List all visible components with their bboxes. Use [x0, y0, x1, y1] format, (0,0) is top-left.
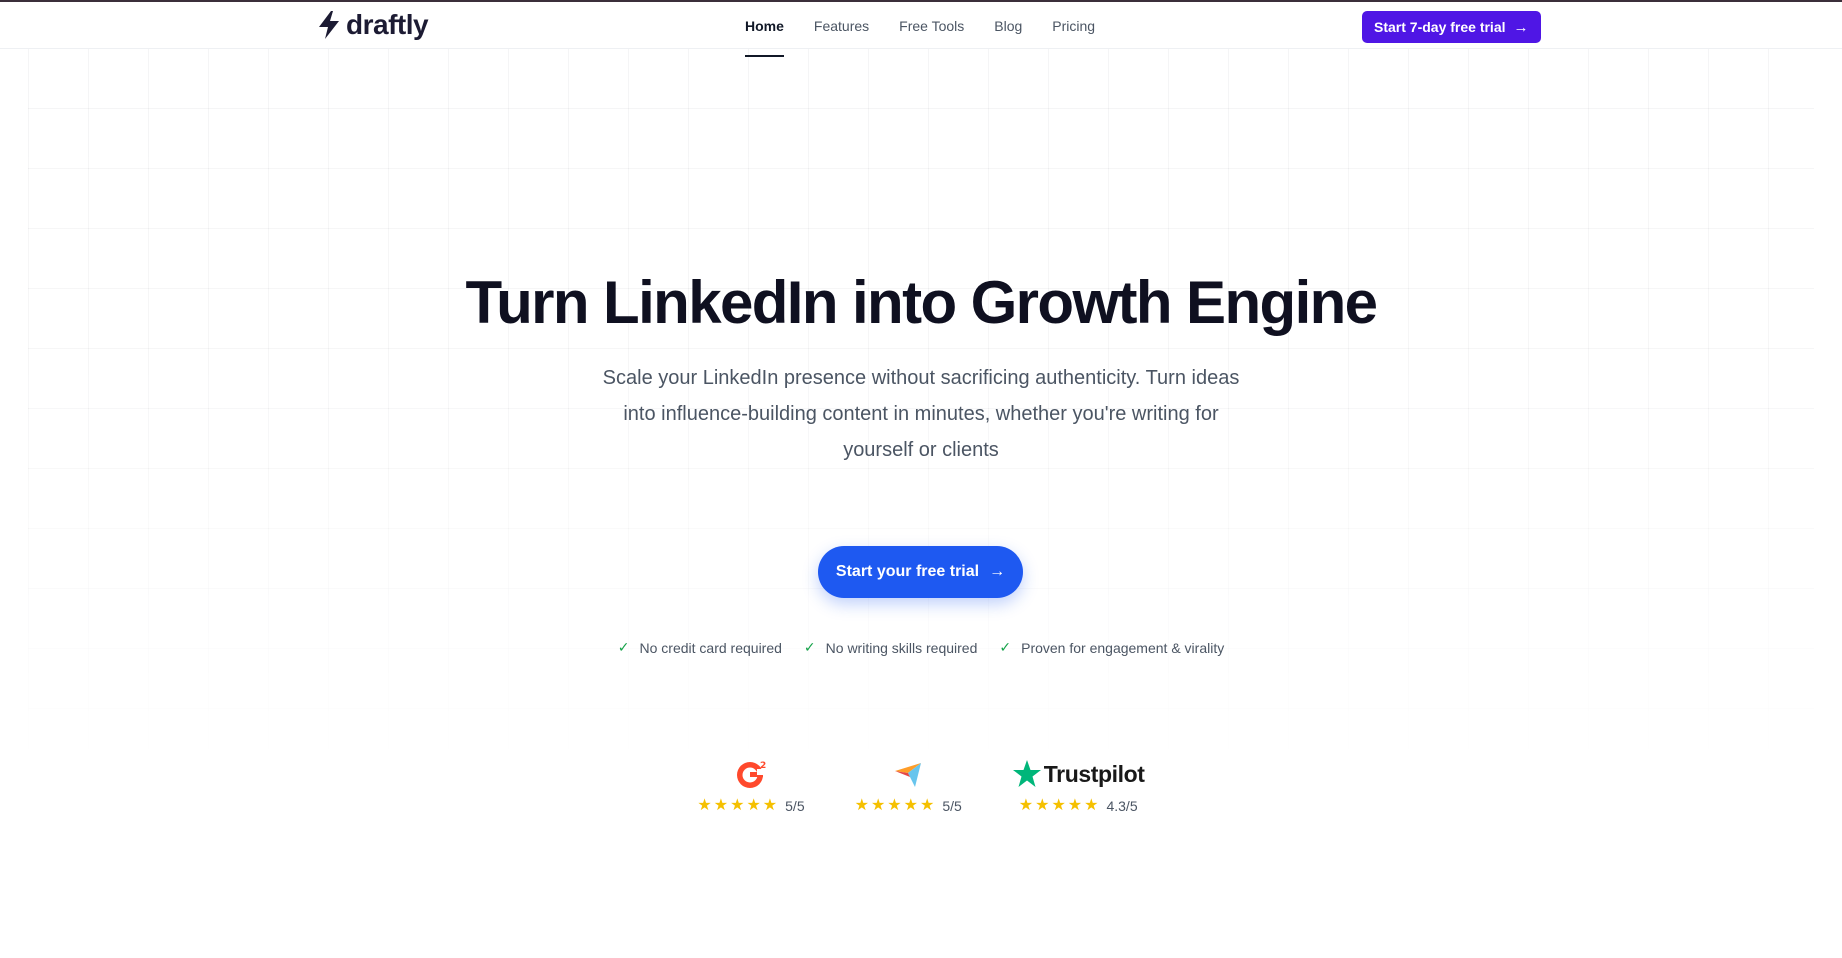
star-icon: ★ [870, 797, 886, 814]
hero-subtitle-line-1: Scale your LinkedIn presence without sac… [602, 367, 1240, 389]
star-icon: ★ [854, 797, 869, 814]
ratings-row: 2 ★ ★ ★ ★ ★ 5/5 ★ ★ ★ ★ ★ 5/5 Trustpilot… [0, 756, 1842, 814]
arrow-right-icon: → [1513, 18, 1529, 36]
star-icon: ★ [1084, 797, 1099, 814]
star-icon: ★ [1018, 797, 1034, 814]
g2-score: 5/5 [785, 798, 805, 814]
trustpilot-star-icon [1012, 760, 1041, 787]
capterra-logo [893, 756, 923, 792]
main-nav: Home Features Free Tools Blog Pricing [730, 2, 1110, 57]
rating-trustpilot[interactable]: Trustpilot ★ ★ ★ ★ ★ 4.3/5 [1012, 756, 1145, 814]
nav-home[interactable]: Home [730, 2, 799, 57]
hero-subtitle: Scale your LinkedIn presence without sac… [596, 360, 1246, 468]
start-free-trial-label: Start your free trial [835, 563, 980, 580]
star-icon: ★ [1035, 797, 1050, 814]
trustpilot-score: 4.3/5 [1106, 798, 1138, 814]
start-trial-header-button[interactable]: Start 7-day free trial → [1362, 11, 1541, 43]
site-header: draftly Home Features Free Tools Blog Pr… [0, 2, 1842, 57]
nav-blog[interactable]: Blog [979, 2, 1037, 49]
hero-subtitle-line-3: yourself or clients [843, 439, 999, 461]
benefit-label: No writing skills required [825, 639, 978, 656]
trustpilot-logo: Trustpilot [1012, 756, 1145, 792]
brand-name: draftly [346, 9, 429, 40]
g2-icon: 2 [737, 761, 766, 788]
arrow-right-icon: → [989, 563, 1006, 580]
g2-logo: 2 [733, 756, 769, 792]
brand-logo[interactable]: draftly [316, 8, 429, 42]
star-icon: ★ [1051, 797, 1066, 814]
rating-capterra[interactable]: ★ ★ ★ ★ ★ 5/5 [855, 756, 962, 814]
trustpilot-stars-row: ★ ★ ★ ★ ★ 4.3/5 [1019, 798, 1138, 815]
hero-title: Turn LinkedIn into Growth Engine [465, 269, 1379, 336]
lightning-bolt-icon [319, 11, 339, 39]
star-icon: ★ [746, 797, 761, 814]
star-icon: ★ [1067, 797, 1083, 814]
star-rating: ★ ★ ★ ★ ★ [855, 798, 935, 814]
benefit-label: No credit card required [639, 639, 782, 656]
star-icon: ★ [762, 797, 778, 814]
benefit-item: ✓ Proven for engagement & virality [999, 639, 1224, 656]
benefit-label: Proven for engagement & virality [1021, 639, 1225, 656]
nav-free-tools[interactable]: Free Tools [884, 2, 979, 49]
hero-subtitle-line-2: into influence-building content in minut… [623, 403, 1219, 425]
capterra-stars-row: ★ ★ ★ ★ ★ 5/5 [855, 798, 962, 815]
check-icon: ✓ [999, 639, 1012, 655]
star-rating: ★ ★ ★ ★ ★ [1019, 798, 1099, 814]
benefits-list: ✓ No credit card required ✓ No writing s… [0, 639, 1842, 656]
capterra-score: 5/5 [942, 798, 962, 814]
rating-g2[interactable]: 2 ★ ★ ★ ★ ★ 5/5 [697, 756, 804, 814]
capterra-icon [895, 763, 922, 787]
g2-stars-row: ★ ★ ★ ★ ★ 5/5 [697, 798, 805, 815]
trustpilot-name: Trustpilot [1043, 760, 1145, 787]
benefit-item: ✓ No writing skills required [804, 639, 977, 656]
star-rating: ★ ★ ★ ★ ★ [697, 798, 777, 814]
svg-text:2: 2 [760, 761, 766, 771]
start-trial-header-label: Start 7-day free trial [1374, 19, 1506, 35]
benefit-item: ✓ No credit card required [618, 639, 782, 656]
star-icon: ★ [713, 797, 729, 814]
star-icon: ★ [903, 797, 918, 814]
star-icon: ★ [730, 797, 745, 814]
nav-features[interactable]: Features [799, 2, 884, 49]
nav-pricing[interactable]: Pricing [1037, 2, 1110, 49]
start-free-trial-button[interactable]: Start your free trial → [818, 546, 1023, 598]
star-icon: ★ [887, 797, 902, 814]
star-icon: ★ [919, 797, 935, 814]
check-icon: ✓ [803, 639, 816, 655]
star-icon: ★ [697, 797, 712, 814]
check-icon: ✓ [617, 639, 630, 655]
